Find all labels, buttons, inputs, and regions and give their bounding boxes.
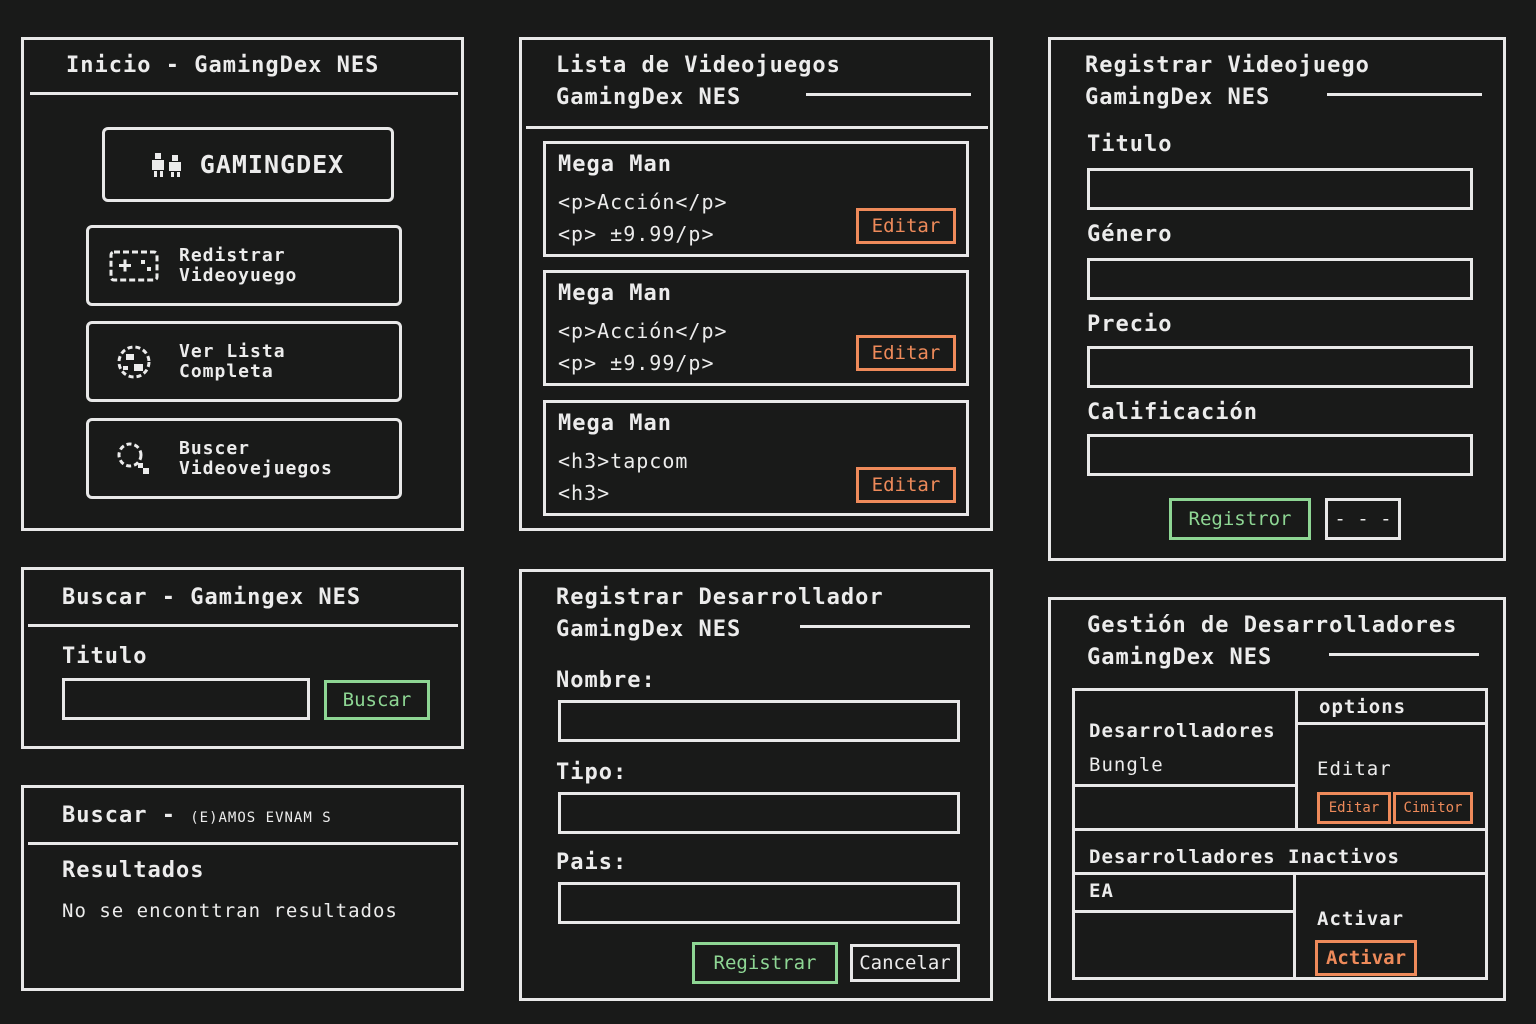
search-panel: Buscar - Gamingex NES Titulo Buscar <box>21 567 464 749</box>
edit-developer-button[interactable]: Editar <box>1317 792 1391 824</box>
results-title-main: Buscar - <box>62 803 176 828</box>
inactive-developer-name: EA <box>1089 880 1114 902</box>
home-panel: Inicio - GamingDex NES GAMINGDEX Redistr… <box>21 37 464 531</box>
game-list-title-rule <box>526 126 988 129</box>
gamepad-icon <box>89 248 179 284</box>
dev-management-title-accent <box>1329 653 1479 656</box>
remove-developer-button[interactable]: Cimitor <box>1393 792 1473 824</box>
price-field[interactable] <box>1087 346 1473 388</box>
inactive-developers-header: Desarrolladores Inactivos <box>1089 846 1400 868</box>
title-label: Titulo <box>1087 132 1173 157</box>
game-list-title-line1: Lista de Videojuegos <box>556 53 841 78</box>
search-games-menu-label: Buscer Videovejuegos <box>179 437 333 479</box>
register-dev-title-accent <box>800 625 970 628</box>
dev-management-title-line2: GamingDex NES <box>1087 645 1273 670</box>
register-game-title-line1: Registrar Videojuego <box>1085 53 1370 78</box>
search-games-menu-button[interactable]: Buscer Videovejuegos <box>86 418 402 499</box>
edit-game-button[interactable]: Editar <box>856 335 956 371</box>
search-title-label: Titulo <box>62 644 148 669</box>
game-list-title-line2: GamingDex NES <box>556 85 742 110</box>
type-field[interactable] <box>558 792 960 834</box>
search-input[interactable] <box>62 678 310 720</box>
name-label: Nombre: <box>556 668 656 693</box>
register-dev-title-line2: GamingDex NES <box>556 617 742 642</box>
game-card: Mega Man <p>Acción</p> <p> ±9.99/p> Edit… <box>543 141 969 257</box>
game-price: <h3> <box>558 481 611 505</box>
home-title: Inicio - GamingDex NES <box>66 53 380 78</box>
results-heading: Resultados <box>62 858 205 883</box>
game-title: Mega Man <box>558 152 672 177</box>
game-list-panel: Lista de Videojuegos GamingDex NES Mega … <box>519 37 993 531</box>
active-developers-header: Desarrolladores <box>1089 720 1276 742</box>
results-title-rule <box>28 842 458 845</box>
results-panel: Buscar - (E)AMOS EVNAM S Resultados No s… <box>21 785 464 991</box>
edit-game-button[interactable]: Editar <box>856 208 956 244</box>
price-label: Precio <box>1087 312 1173 337</box>
title-field[interactable] <box>1087 168 1473 210</box>
register-game-menu-label: Redistrar Videoyuego <box>179 244 298 286</box>
game-list-title-accent <box>806 93 971 96</box>
edit-game-button[interactable]: Editar <box>856 467 956 503</box>
country-field[interactable] <box>558 882 960 924</box>
secondary-button[interactable]: - - - <box>1325 498 1401 540</box>
register-game-title-line2: GamingDex NES <box>1085 85 1271 110</box>
no-results-message: No se enconttran resultados <box>62 900 398 922</box>
game-price: <p> ±9.99/p> <box>558 222 715 246</box>
table-divider <box>1075 872 1488 875</box>
cancel-button[interactable]: Cancelar <box>850 944 960 982</box>
rating-field[interactable] <box>1087 434 1473 476</box>
activate-developer-button[interactable]: Activar <box>1315 940 1417 976</box>
dev-management-panel: Gestión de Desarrolladores GamingDex NES… <box>1048 597 1506 1001</box>
players-icon <box>151 152 186 177</box>
game-card: Mega Man <p>Acción</p> <p> ±9.99/p> Edit… <box>543 270 969 386</box>
gamingdex-logo-button[interactable]: GAMINGDEX <box>102 127 394 202</box>
game-card: Mega Man <h3>tapcom <h3> Editar <box>543 400 969 516</box>
table-divider <box>1295 688 1298 828</box>
country-label: Pais: <box>556 850 628 875</box>
magnifier-icon <box>89 439 179 479</box>
game-title: Mega Man <box>558 411 672 436</box>
view-list-menu-button[interactable]: Ver Lista Completa <box>86 321 402 402</box>
genre-field[interactable] <box>1087 258 1473 300</box>
gamingdex-logo-text: GAMINGDEX <box>199 150 345 179</box>
table-divider <box>1075 784 1295 787</box>
options-header: options <box>1319 696 1407 718</box>
active-developer-name: Bungle <box>1089 754 1164 776</box>
dev-management-title-line1: Gestión de Desarrolladores <box>1087 613 1458 638</box>
globe-icon <box>89 342 179 382</box>
register-game-panel: Registrar Videojuego GamingDex NES Titul… <box>1048 37 1506 561</box>
register-game-button[interactable]: Registror <box>1169 498 1311 540</box>
view-list-menu-label: Ver Lista Completa <box>179 340 286 382</box>
genre-label: Género <box>1087 222 1173 247</box>
register-dev-panel: Registrar Desarrollador GamingDex NES No… <box>519 569 993 1001</box>
game-genre: <p>Acción</p> <box>558 190 728 214</box>
register-dev-title-line1: Registrar Desarrollador <box>556 585 884 610</box>
table-divider <box>1298 722 1488 725</box>
home-title-rule <box>30 92 458 95</box>
game-genre: <h3>tapcom <box>558 449 689 473</box>
register-dev-button[interactable]: Registrar <box>692 942 838 984</box>
search-button[interactable]: Buscar <box>324 680 430 720</box>
game-title: Mega Man <box>558 281 672 306</box>
type-label: Tipo: <box>556 760 628 785</box>
rating-label: Calificación <box>1087 400 1258 425</box>
search-title: Buscar - Gamingex NES <box>62 585 362 610</box>
game-price: <p> ±9.99/p> <box>558 351 715 375</box>
game-genre: <p>Acción</p> <box>558 319 728 343</box>
table-divider <box>1075 828 1488 831</box>
results-title-tail: (E)AMOS EVNAM S <box>190 810 332 826</box>
register-game-title-accent <box>1327 93 1482 96</box>
results-title: Buscar - (E)AMOS EVNAM S <box>62 800 332 834</box>
name-field[interactable] <box>558 700 960 742</box>
table-divider <box>1293 875 1296 980</box>
register-game-menu-button[interactable]: Redistrar Videoyuego <box>86 225 402 306</box>
edit-option-text: Editar <box>1317 758 1392 780</box>
search-title-rule <box>28 624 458 627</box>
table-divider <box>1075 910 1293 913</box>
activate-option-text: Activar <box>1317 908 1405 930</box>
